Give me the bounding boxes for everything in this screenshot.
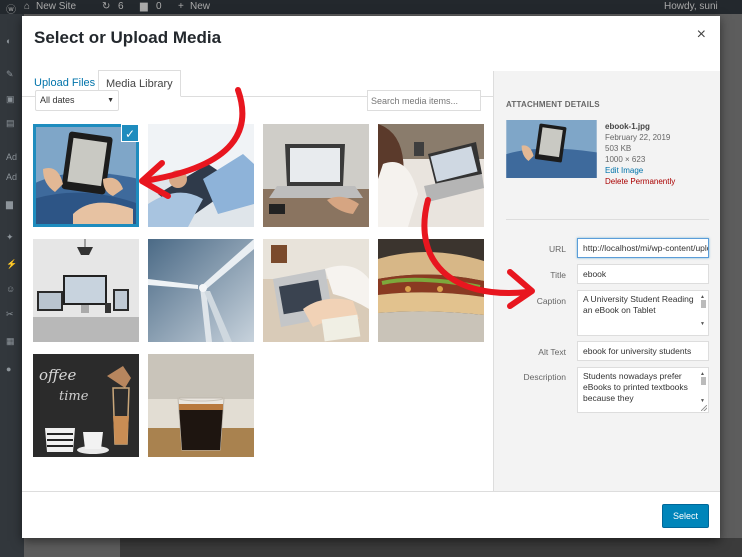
- checkmark-icon[interactable]: ✓: [121, 124, 139, 142]
- comments-count: 0: [156, 1, 162, 12]
- svg-text:time: time: [59, 389, 89, 404]
- attachment-ebook-tablet-reading[interactable]: ✓: [33, 124, 139, 227]
- ebook-preview-image: [506, 120, 597, 178]
- woman-laptop-image: [378, 124, 484, 227]
- media-icon[interactable]: ▣: [6, 94, 18, 104]
- admin-side-menu: ◐ ✎ ▣ ▤ Ad Ad ▆ ✦ ⚡ ☺ ✂ ▦ ●: [0, 14, 24, 557]
- caret-down-icon: ▼: [107, 97, 114, 104]
- espresso-glass-image: [148, 354, 254, 457]
- resize-grip-icon[interactable]: [701, 405, 707, 411]
- menu-label-partial: Ad: [6, 172, 18, 182]
- comments-icon[interactable]: ▆: [6, 199, 18, 209]
- caption-scrollbar[interactable]: ▲ ▼: [699, 292, 707, 334]
- updates-icon[interactable]: ↻: [102, 1, 110, 12]
- title-field[interactable]: ebook: [577, 264, 709, 284]
- laptop-desk-image: [263, 124, 369, 227]
- dashboard-icon[interactable]: ◐: [6, 36, 18, 46]
- date-filter-value: All dates: [40, 95, 75, 105]
- attachment-details-sidebar: ATTACHMENT DETAILS ebook-1.jpg February …: [493, 71, 720, 491]
- attachment-details-heading: ATTACHMENT DETAILS: [506, 100, 600, 109]
- attachment-filename: ebook-1.jpg: [605, 122, 650, 131]
- svg-text:offee: offee: [39, 366, 77, 384]
- modal-footer: Select: [22, 491, 720, 538]
- person-tablet-image: [148, 124, 254, 227]
- comments-icon[interactable]: ▆: [140, 1, 148, 12]
- caption-textarea[interactable]: A University Student Reading an eBook on…: [577, 290, 709, 336]
- attachment-person-using-tablet[interactable]: [148, 124, 254, 227]
- attachment-filesize: 503 KB: [605, 144, 632, 153]
- typing-laptop-image: [263, 239, 369, 342]
- attachment-espresso-glass[interactable]: [148, 354, 254, 457]
- description-text: Students nowadays prefer eBooks to print…: [583, 371, 688, 403]
- caption-text: A University Student Reading an eBook on…: [583, 294, 694, 315]
- attachment-dimensions: 1000 × 623: [605, 155, 646, 164]
- url-field[interactable]: http://localhost/mi/wp-content/uploads: [577, 238, 709, 258]
- description-textarea[interactable]: Students nowadays prefer eBooks to print…: [577, 367, 709, 413]
- wind-turbine-image: [148, 239, 254, 342]
- attachment-file-info: ebook-1.jpg February 22, 2019 503 KB 100…: [605, 121, 675, 187]
- menu-label-partial: Ad: [6, 152, 18, 162]
- media-toolbar: All dates ▼: [22, 90, 493, 123]
- site-name-link[interactable]: New Site: [36, 1, 76, 12]
- admin-content-bottom: [120, 538, 742, 557]
- attachment-date: February 22, 2019: [605, 133, 671, 142]
- select-button[interactable]: Select: [662, 504, 709, 528]
- howdy-greeting[interactable]: Howdy, suni: [664, 1, 718, 12]
- delete-permanently-link[interactable]: Delete Permanently: [605, 176, 675, 187]
- pin-icon[interactable]: ✎: [6, 69, 18, 79]
- date-filter-select[interactable]: All dates ▼: [35, 90, 119, 111]
- attachment-preview-thumbnail: [506, 120, 597, 178]
- title-label: Title: [550, 270, 566, 280]
- media-modal: Select or Upload Media × Upload Files Me…: [22, 16, 720, 538]
- attachment-wind-turbine[interactable]: [148, 239, 254, 342]
- attachment-laptop-on-desk[interactable]: [263, 124, 369, 227]
- caption-label: Caption: [536, 296, 566, 306]
- collapse-icon[interactable]: ●: [6, 364, 18, 374]
- search-media-input[interactable]: [367, 90, 481, 111]
- plugins-icon[interactable]: ⚡: [6, 259, 18, 269]
- close-icon[interactable]: ×: [697, 26, 706, 44]
- sandwich-image: [378, 239, 484, 342]
- settings-icon[interactable]: ▦: [6, 336, 18, 346]
- updates-count: 6: [118, 1, 124, 12]
- details-divider: [506, 219, 709, 220]
- alt-text-label: Alt Text: [538, 347, 566, 357]
- attachment-woman-with-laptop[interactable]: [378, 124, 484, 227]
- attachment-sandwich[interactable]: [378, 239, 484, 342]
- admin-bar: ⓦ ⌂ New Site ↻ 6 ▆ 0 + New Howdy, suni: [0, 0, 742, 16]
- attachment-workspace-devices[interactable]: [33, 239, 139, 342]
- alt-text-field[interactable]: ebook for university students: [577, 341, 709, 361]
- new-content-link[interactable]: New: [190, 1, 210, 12]
- edit-image-link[interactable]: Edit Image: [605, 165, 675, 176]
- workspace-devices-image: [33, 239, 139, 342]
- tools-icon[interactable]: ✂: [6, 309, 18, 319]
- modal-title: Select or Upload Media: [34, 28, 222, 47]
- pages-icon[interactable]: ▤: [6, 118, 18, 128]
- attachment-coffee-time-board[interactable]: offee time: [33, 354, 139, 457]
- appearance-icon[interactable]: ✦: [6, 232, 18, 242]
- plus-icon: +: [178, 1, 184, 12]
- url-label: URL: [548, 244, 566, 254]
- description-label: Description: [523, 372, 566, 382]
- users-icon[interactable]: ☺: [6, 284, 18, 294]
- attachment-typing-on-laptop[interactable]: [263, 239, 369, 342]
- coffee-time-board-image: offee time: [33, 354, 139, 457]
- home-icon: ⌂: [24, 1, 31, 12]
